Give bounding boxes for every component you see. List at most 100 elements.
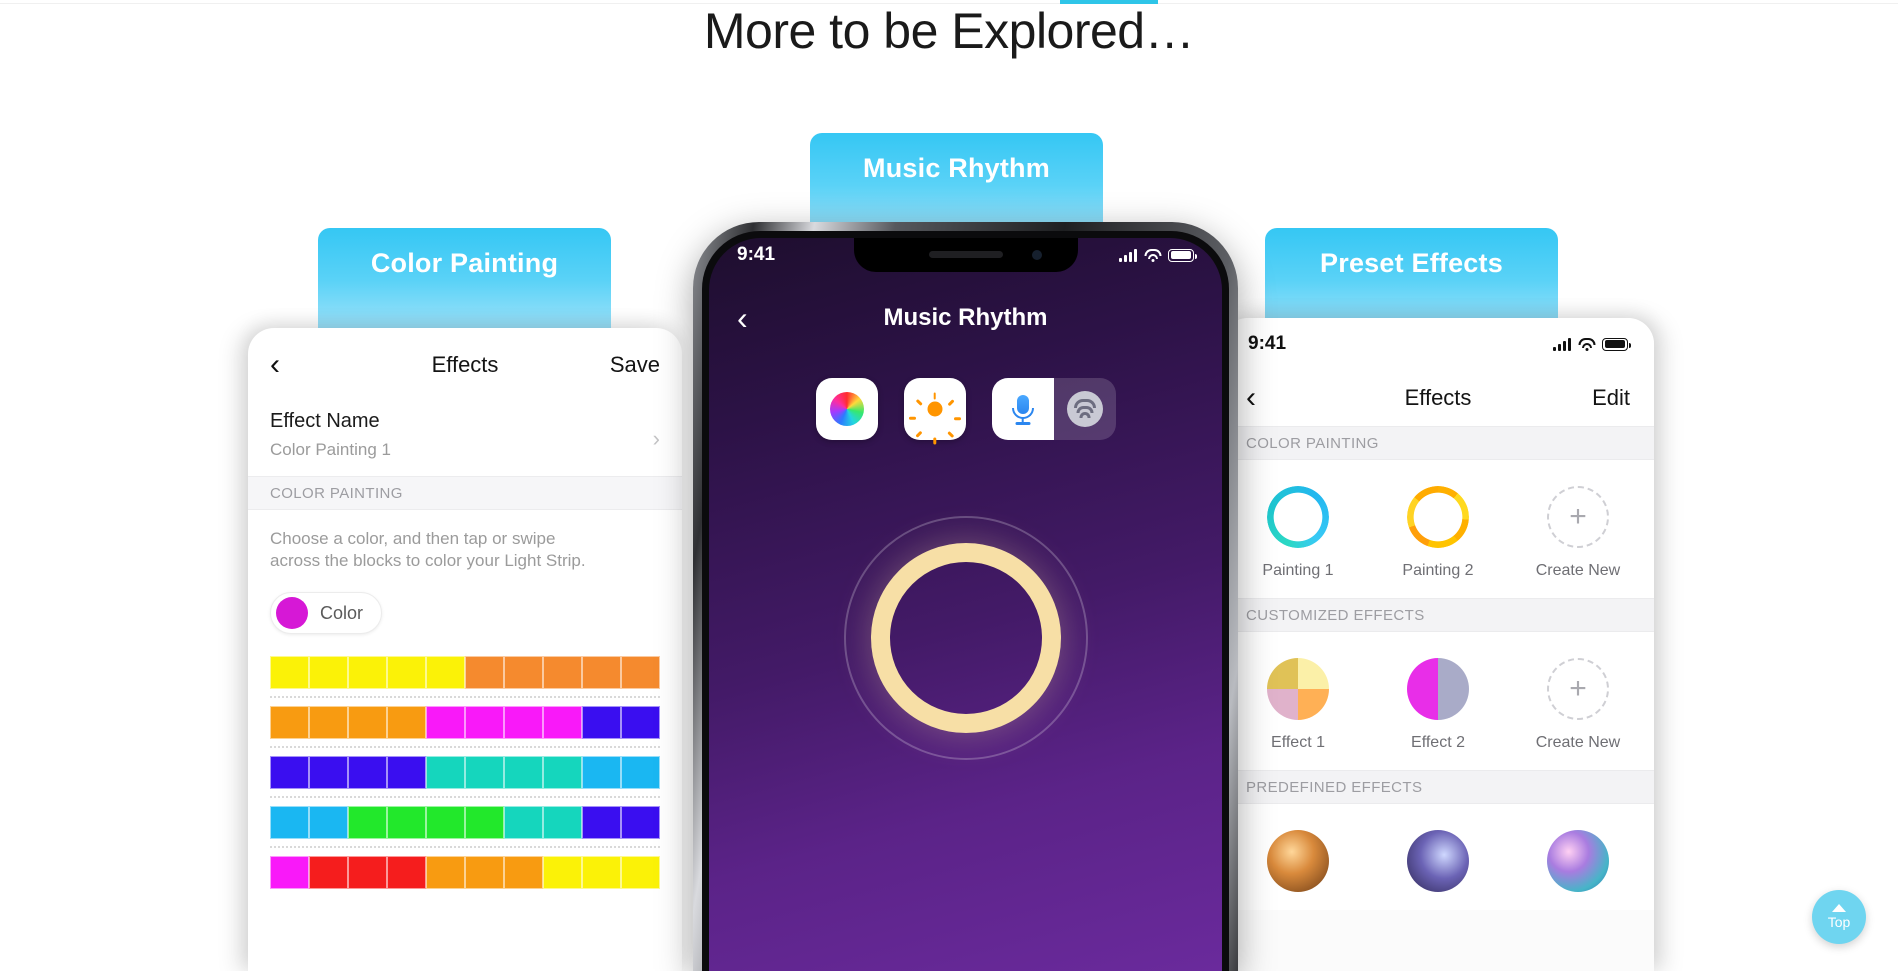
grid-row[interactable] bbox=[270, 856, 660, 890]
brightness-sun-icon bbox=[908, 392, 961, 445]
grid-cell[interactable] bbox=[387, 706, 426, 740]
grid-cell[interactable] bbox=[426, 756, 465, 790]
grid-cell[interactable] bbox=[543, 806, 582, 840]
signal-bars-icon bbox=[1553, 337, 1571, 351]
grid-cell[interactable] bbox=[621, 806, 660, 840]
grid-cell[interactable] bbox=[426, 856, 465, 890]
grid-cell[interactable] bbox=[504, 656, 543, 690]
grid-cell[interactable] bbox=[387, 756, 426, 790]
grid-cell[interactable] bbox=[270, 806, 309, 840]
effect-label: Create New bbox=[1535, 734, 1621, 751]
grid-cell[interactable] bbox=[465, 756, 504, 790]
create-new-item[interactable]: + Create New bbox=[1508, 486, 1648, 580]
grid-cell[interactable] bbox=[270, 756, 309, 790]
effect-1-thumb-icon bbox=[1267, 658, 1329, 720]
grid-cell[interactable] bbox=[504, 856, 543, 890]
edit-button[interactable]: Edit bbox=[1592, 385, 1630, 411]
scroll-to-top-button[interactable]: Top bbox=[1812, 890, 1866, 944]
grid-cell[interactable] bbox=[309, 756, 348, 790]
wifi-icon bbox=[1578, 337, 1595, 351]
grid-cell[interactable] bbox=[465, 806, 504, 840]
grid-cell[interactable] bbox=[543, 856, 582, 890]
bubble-thumb-icon bbox=[1547, 830, 1609, 892]
grid-cell[interactable] bbox=[309, 806, 348, 840]
grid-cell[interactable] bbox=[621, 756, 660, 790]
grid-row[interactable] bbox=[270, 656, 660, 690]
grid-cell[interactable] bbox=[465, 706, 504, 740]
grid-row[interactable] bbox=[270, 806, 660, 840]
color-picker-button[interactable]: Color bbox=[270, 592, 383, 635]
grid-cell[interactable] bbox=[621, 706, 660, 740]
grid-cell[interactable] bbox=[387, 856, 426, 890]
center-nav-title: Music Rhythm bbox=[883, 304, 1048, 331]
grid-cell[interactable] bbox=[543, 756, 582, 790]
center-phone-device: 9:41 ‹ Music Rhythm bbox=[693, 222, 1238, 971]
grid-cell[interactable] bbox=[582, 756, 621, 790]
grid-cell[interactable] bbox=[270, 856, 309, 890]
plus-icon: + bbox=[1547, 486, 1609, 548]
grid-cell[interactable] bbox=[504, 706, 543, 740]
grid-cell[interactable] bbox=[504, 806, 543, 840]
create-new-item[interactable]: + Create New bbox=[1508, 658, 1648, 752]
grid-cell[interactable] bbox=[387, 656, 426, 690]
grid-cell[interactable] bbox=[426, 656, 465, 690]
grid-cell[interactable] bbox=[582, 656, 621, 690]
page-root: More to be Explored… Color Painting Musi… bbox=[0, 0, 1898, 971]
effect-item[interactable] bbox=[1368, 830, 1508, 892]
grid-row-divider bbox=[270, 689, 660, 706]
grid-cell[interactable] bbox=[465, 856, 504, 890]
effects-grid: Effect 1 Effect 2 + Create New bbox=[1222, 632, 1654, 770]
grid-cell[interactable] bbox=[582, 806, 621, 840]
effect-item[interactable]: Painting 2 bbox=[1368, 486, 1508, 580]
effect-item[interactable] bbox=[1228, 830, 1368, 892]
brightness-button[interactable] bbox=[903, 378, 966, 445]
effect-label: Effect 1 bbox=[1271, 734, 1325, 751]
grid-cell[interactable] bbox=[426, 706, 465, 740]
effect-item[interactable]: Painting 1 bbox=[1228, 486, 1368, 580]
spotify-button[interactable] bbox=[1053, 378, 1116, 440]
section-header: COLOR PAINTING bbox=[1222, 426, 1654, 460]
grid-cell[interactable] bbox=[348, 856, 387, 890]
effect-2-thumb-icon bbox=[1407, 658, 1469, 720]
effect-label: Painting 2 bbox=[1402, 562, 1474, 579]
right-effects-list: COLOR PAINTING Painting 1 Painting 2 + C… bbox=[1222, 426, 1654, 910]
status-time: 9:41 bbox=[1248, 333, 1287, 354]
light-strip-grid[interactable] bbox=[248, 634, 682, 890]
grid-cell[interactable] bbox=[348, 806, 387, 840]
galaxy-thumb-icon bbox=[1407, 830, 1469, 892]
grid-cell[interactable] bbox=[426, 806, 465, 840]
color-wheel-button[interactable] bbox=[815, 378, 878, 440]
status-time: 9:41 bbox=[737, 244, 776, 265]
grid-cell[interactable] bbox=[309, 656, 348, 690]
grid-cell[interactable] bbox=[621, 656, 660, 690]
grid-cell[interactable] bbox=[309, 706, 348, 740]
microphone-icon bbox=[1006, 392, 1040, 426]
grid-cell[interactable] bbox=[348, 656, 387, 690]
effect-name-row[interactable]: Effect Name Color Painting 1 › bbox=[248, 402, 682, 476]
effect-item[interactable]: Effect 1 bbox=[1228, 658, 1368, 752]
save-button[interactable]: Save bbox=[610, 352, 660, 378]
grid-cell[interactable] bbox=[621, 856, 660, 890]
color-painting-description: Choose a color, and then tap or swipe ac… bbox=[270, 529, 586, 571]
grid-cell[interactable] bbox=[504, 756, 543, 790]
microphone-button[interactable] bbox=[991, 378, 1054, 440]
grid-cell[interactable] bbox=[582, 856, 621, 890]
grid-cell[interactable] bbox=[543, 656, 582, 690]
effect-item[interactable] bbox=[1508, 830, 1648, 892]
chevron-right-icon: › bbox=[652, 426, 660, 451]
rhythm-ring-visualizer bbox=[843, 516, 1088, 760]
grid-cell[interactable] bbox=[543, 706, 582, 740]
grid-cell[interactable] bbox=[270, 656, 309, 690]
effect-item[interactable]: Effect 2 bbox=[1368, 658, 1508, 752]
grid-cell[interactable] bbox=[309, 856, 348, 890]
grid-cell[interactable] bbox=[582, 706, 621, 740]
grid-row[interactable] bbox=[270, 756, 660, 790]
left-nav-bar: ‹ Effects Save bbox=[248, 328, 682, 402]
grid-cell[interactable] bbox=[270, 706, 309, 740]
grid-cell[interactable] bbox=[348, 756, 387, 790]
grid-row[interactable] bbox=[270, 706, 660, 740]
grid-cell[interactable] bbox=[387, 806, 426, 840]
grid-cell[interactable] bbox=[348, 706, 387, 740]
color-picker-label: Color bbox=[320, 602, 364, 623]
grid-cell[interactable] bbox=[465, 656, 504, 690]
